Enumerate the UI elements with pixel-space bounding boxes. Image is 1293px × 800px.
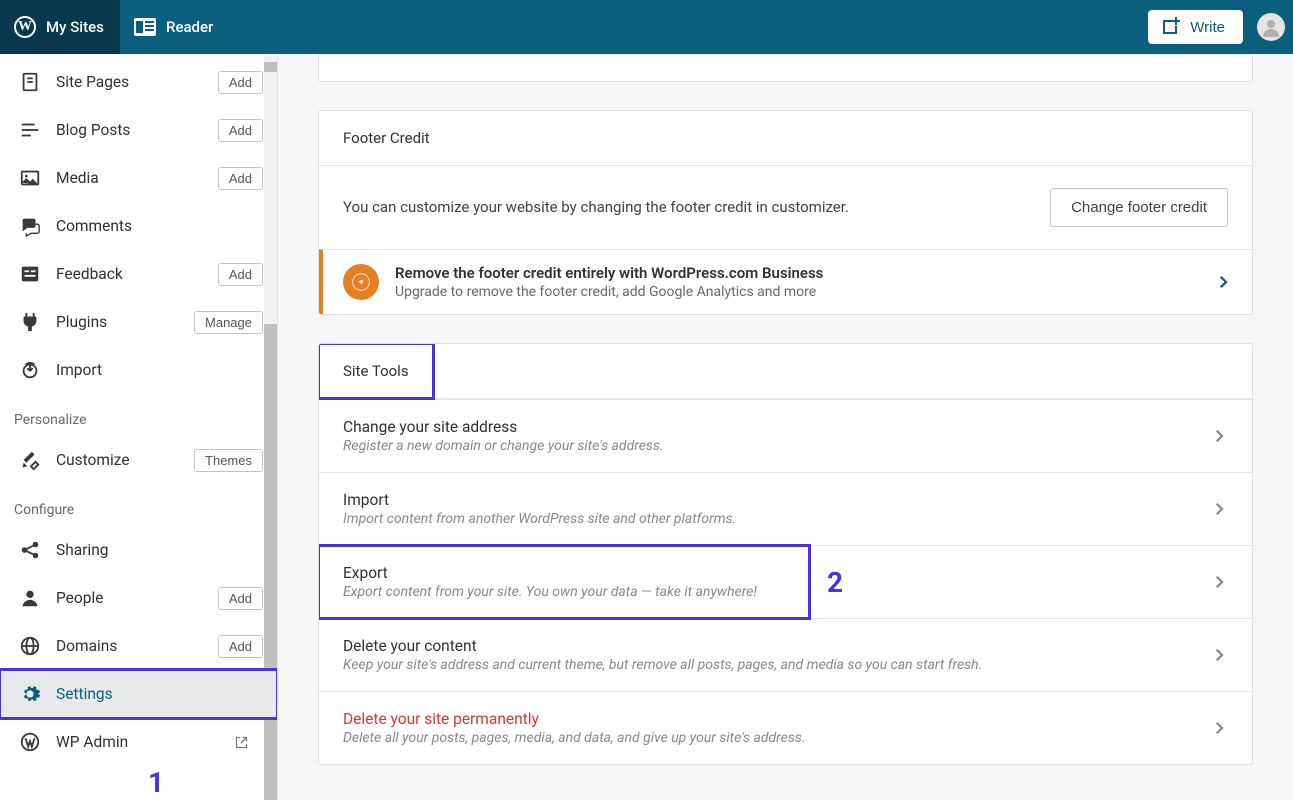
media-icon (18, 166, 42, 190)
upsell-title: Remove the footer credit entirely with W… (395, 264, 823, 282)
sidebar-item-feedback[interactable]: Feedback Add (0, 250, 277, 298)
tool-title: Change your site address (343, 418, 664, 436)
sidebar-item-settings[interactable]: Settings (0, 670, 277, 718)
sidebar-item-customize[interactable]: Customize Themes (0, 436, 277, 484)
settings-icon (18, 682, 42, 706)
write-icon (1160, 17, 1182, 37)
tool-desc: Import content from another WordPress si… (343, 511, 736, 527)
footer-credit-upsell[interactable]: Remove the footer credit entirely with W… (319, 249, 1252, 314)
write-button[interactable]: Write (1148, 10, 1243, 44)
site-tools-header-label: Site Tools (319, 344, 433, 398)
wordpress-icon (18, 730, 42, 754)
sidebar-item-comments[interactable]: Comments (0, 202, 277, 250)
tool-title: Import (343, 491, 736, 509)
customize-icon (18, 448, 42, 472)
site-tools-card: Site Tools Change your site address Regi… (318, 343, 1253, 765)
tool-desc: Register a new domain or change your sit… (343, 438, 664, 454)
my-sites-button[interactable]: W My Sites (0, 0, 120, 54)
import-icon (18, 358, 42, 382)
sidebar-item-people[interactable]: People Add (0, 574, 277, 622)
pages-icon (18, 70, 42, 94)
change-footer-credit-button[interactable]: Change footer credit (1050, 188, 1228, 227)
sidebar-item-label: Settings (56, 685, 263, 703)
chevron-right-icon (1210, 573, 1228, 591)
sidebar-item-label: Blog Posts (56, 121, 218, 139)
footer-credit-card: Footer Credit You can customize your web… (318, 110, 1253, 315)
domains-icon (18, 634, 42, 658)
sidebar-item-label: WP Admin (56, 733, 234, 751)
chevron-right-icon (1214, 273, 1232, 291)
avatar[interactable] (1257, 13, 1285, 41)
chevron-right-icon (1210, 646, 1228, 664)
compass-icon (343, 264, 379, 300)
sidebar: Site Pages Add Blog Posts Add Media Add … (0, 54, 278, 800)
add-button[interactable]: Add (218, 119, 263, 142)
sidebar-item-domains[interactable]: Domains Add (0, 622, 277, 670)
comments-icon (18, 214, 42, 238)
site-tools-header: Site Tools (319, 344, 1252, 399)
upsell-desc: Upgrade to remove the footer credit, add… (395, 284, 823, 300)
sidebar-item-label: Domains (56, 637, 218, 655)
tool-desc: Keep your site's address and current the… (343, 657, 982, 673)
top-bar: W My Sites Reader Write (0, 0, 1293, 54)
annotation-number-2: 2 (827, 566, 843, 599)
chevron-right-icon (1210, 500, 1228, 518)
sidebar-item-label: Customize (56, 451, 194, 469)
my-sites-label: My Sites (46, 18, 104, 36)
sidebar-item-label: Sharing (56, 541, 263, 559)
posts-icon (18, 118, 42, 142)
sidebar-item-label: Site Pages (56, 73, 218, 91)
sidebar-item-label: Plugins (56, 313, 194, 331)
plugins-icon (18, 310, 42, 334)
reader-label: Reader (166, 18, 213, 36)
sidebar-item-label: People (56, 589, 218, 607)
main-content: Footer Credit You can customize your web… (278, 54, 1293, 800)
people-icon (18, 586, 42, 610)
tool-change-address[interactable]: Change your site address Register a new … (319, 399, 1252, 472)
feedback-icon (18, 262, 42, 286)
sidebar-item-blog-posts[interactable]: Blog Posts Add (0, 106, 277, 154)
external-link-icon (234, 735, 249, 750)
chevron-right-icon (1210, 427, 1228, 445)
wordpress-icon: W (14, 16, 36, 38)
add-button[interactable]: Add (218, 167, 263, 190)
sidebar-item-wp-admin[interactable]: WP Admin (0, 718, 277, 766)
tool-delete-site[interactable]: Delete your site permanently Delete all … (319, 691, 1252, 764)
annotation-number-1: 1 (148, 766, 164, 799)
add-button[interactable]: Add (218, 71, 263, 94)
manage-button[interactable]: Manage (194, 311, 263, 334)
add-button[interactable]: Add (218, 635, 263, 658)
sidebar-item-label: Comments (56, 217, 263, 235)
sidebar-item-label: Media (56, 169, 218, 187)
sidebar-item-media[interactable]: Media Add (0, 154, 277, 202)
footer-credit-desc: You can customize your website by changi… (343, 196, 849, 219)
sidebar-item-plugins[interactable]: Plugins Manage (0, 298, 277, 346)
tool-desc: Delete all your posts, pages, media, and… (343, 730, 805, 746)
tool-export[interactable]: Export Export content from your site. Yo… (319, 545, 1252, 618)
add-button[interactable]: Add (218, 263, 263, 286)
previous-card-stub (318, 54, 1253, 82)
reader-icon (134, 18, 156, 36)
tool-import[interactable]: Import Import content from another WordP… (319, 472, 1252, 545)
tool-title: Delete your content (343, 637, 982, 655)
sidebar-item-label: Feedback (56, 265, 218, 283)
sidebar-item-site-pages[interactable]: Site Pages Add (0, 58, 277, 106)
tool-desc: Export content from your site. You own y… (343, 584, 785, 600)
sidebar-item-label: Import (56, 361, 263, 379)
tool-title: Delete your site permanently (343, 710, 805, 728)
configure-header: Configure (0, 484, 277, 526)
write-label: Write (1190, 19, 1225, 36)
sidebar-item-import[interactable]: Import (0, 346, 277, 394)
sidebar-item-sharing[interactable]: Sharing (0, 526, 277, 574)
themes-button[interactable]: Themes (194, 449, 263, 472)
chevron-right-icon (1210, 719, 1228, 737)
personalize-header: Personalize (0, 394, 277, 436)
sharing-icon (18, 538, 42, 562)
tool-title: Export (343, 564, 785, 582)
tool-delete-content[interactable]: Delete your content Keep your site's add… (319, 618, 1252, 691)
add-button[interactable]: Add (218, 587, 263, 610)
footer-credit-title: Footer Credit (319, 111, 1252, 166)
reader-button[interactable]: Reader (120, 0, 227, 54)
